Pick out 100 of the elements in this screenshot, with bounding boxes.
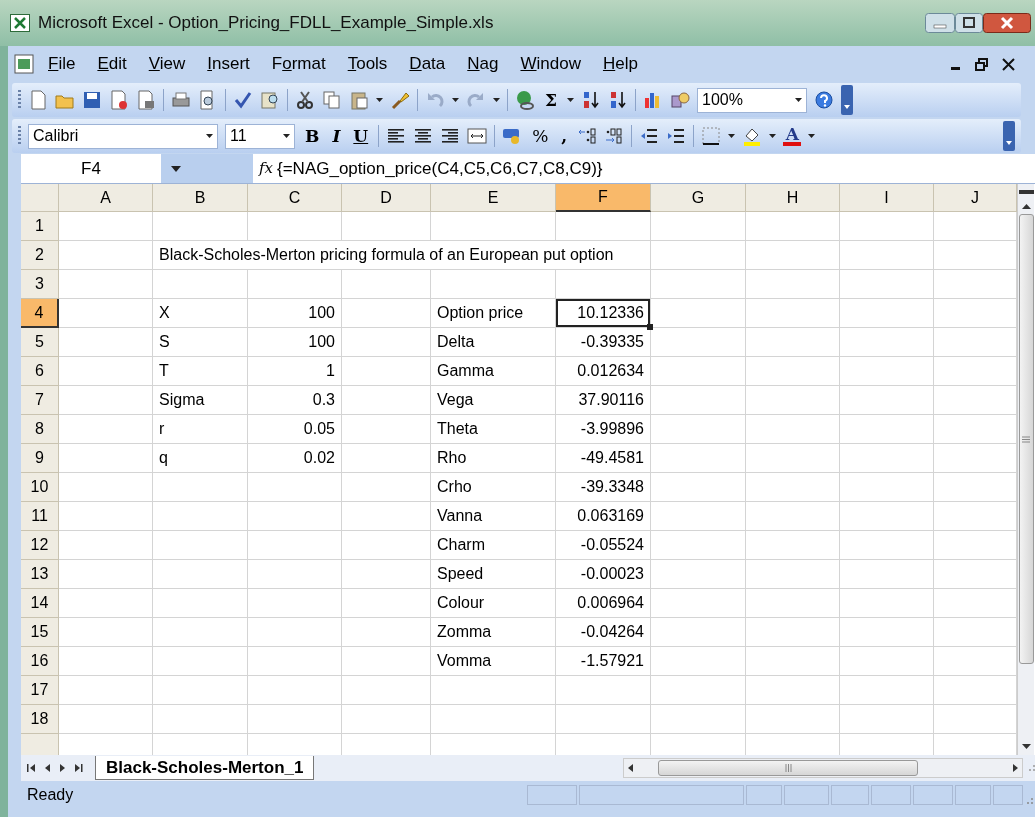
help-icon[interactable] [814, 90, 835, 110]
row-header[interactable]: 4 [21, 299, 59, 328]
sheet-tab[interactable]: Black-Scholes-Merton_1 [95, 756, 315, 780]
document-lock-icon[interactable] [136, 90, 156, 110]
caret-icon[interactable] [452, 97, 459, 103]
column-header[interactable]: E [431, 184, 556, 212]
function-label[interactable]: fx [259, 157, 273, 180]
italic-button[interactable]: I [329, 127, 344, 145]
column-header[interactable]: B [153, 184, 248, 212]
sort-descending-icon[interactable] [608, 90, 629, 110]
increase-indent-icon[interactable] [666, 126, 687, 146]
document-stop-icon[interactable] [109, 90, 129, 110]
menu-item[interactable]: Edit [89, 49, 135, 79]
scrollbar-thumb[interactable] [658, 760, 918, 776]
row-header[interactable]: 8 [21, 415, 59, 444]
last-sheet-icon[interactable] [74, 763, 83, 773]
column-header[interactable]: F [556, 184, 651, 212]
percent-style-button[interactable]: % [529, 127, 552, 145]
caret-icon[interactable] [493, 97, 500, 103]
close-icon[interactable] [983, 13, 1031, 33]
column-header[interactable]: H [746, 184, 840, 212]
row-header[interactable]: 13 [21, 560, 59, 589]
menu-item[interactable]: Insert [199, 49, 258, 79]
paintbrush-icon[interactable] [390, 90, 410, 110]
align-center-icon[interactable] [413, 126, 434, 146]
previous-sheet-icon[interactable] [44, 763, 51, 773]
increase-decimal-icon[interactable] [577, 126, 598, 146]
next-sheet-icon[interactable] [59, 763, 66, 773]
spelling-check-icon[interactable] [233, 90, 253, 110]
row-header[interactable]: 16 [21, 647, 59, 676]
restore-icon[interactable] [975, 57, 988, 71]
scissors-icon[interactable] [295, 90, 315, 110]
caret-icon[interactable] [795, 97, 803, 103]
merge-center-icon[interactable] [467, 126, 488, 146]
name-box[interactable]: F4 [21, 155, 161, 182]
caret-icon[interactable] [728, 133, 736, 139]
row-header[interactable]: 12 [21, 531, 59, 560]
decrease-decimal-icon[interactable] [604, 126, 625, 146]
scrollbar-thumb[interactable] [1018, 214, 1034, 664]
column-header[interactable]: J [934, 184, 1017, 212]
first-sheet-icon[interactable] [27, 763, 36, 773]
row-header[interactable]: 3 [21, 270, 59, 299]
caret-icon[interactable] [376, 97, 383, 103]
font-size-dropdown[interactable]: 11 [225, 123, 295, 149]
menu-item[interactable]: Data [401, 49, 454, 79]
row-header[interactable]: 17 [21, 676, 59, 705]
row-header[interactable]: 6 [21, 357, 59, 386]
toolbar-options-icon[interactable] [841, 85, 854, 115]
column-header[interactable]: I [840, 184, 934, 212]
row-header[interactable]: 9 [21, 444, 59, 473]
row-header[interactable]: 5 [21, 328, 59, 357]
fill-color-icon[interactable] [742, 126, 763, 146]
align-right-icon[interactable] [440, 126, 461, 146]
document-icon[interactable] [14, 54, 34, 74]
column-header[interactable]: C [248, 184, 342, 212]
save-icon[interactable] [82, 90, 102, 110]
bold-button[interactable]: B [302, 127, 323, 145]
fill-handle[interactable] [647, 324, 653, 330]
maximize-icon[interactable] [955, 13, 983, 33]
close-icon[interactable] [1002, 57, 1015, 71]
caret-icon[interactable] [206, 133, 213, 139]
row-header[interactable]: 15 [21, 618, 59, 647]
menu-item[interactable]: Window [512, 49, 589, 79]
row-header[interactable]: 11 [21, 502, 59, 531]
globe-link-icon[interactable] [515, 90, 535, 110]
font-color-button[interactable]: A [783, 126, 802, 146]
comma-style-button[interactable]: , [558, 127, 571, 145]
row-header[interactable]: 2 [21, 241, 59, 270]
menu-item[interactable]: Nag [459, 49, 507, 79]
copy-icon[interactable] [322, 90, 342, 110]
clipboard-icon[interactable] [349, 90, 369, 110]
menu-item[interactable]: Tools [339, 49, 396, 79]
column-header[interactable]: D [342, 184, 431, 212]
caret-icon[interactable] [769, 133, 777, 139]
sum-button[interactable]: Σ [542, 91, 561, 109]
caret-icon[interactable] [283, 133, 290, 139]
book-search-icon[interactable] [260, 90, 280, 110]
dropdown-arrow-icon[interactable] [171, 165, 181, 172]
row-header[interactable]: 18 [21, 705, 59, 734]
print-icon[interactable] [171, 90, 191, 110]
underline-button[interactable]: U [350, 127, 372, 145]
row-header[interactable]: 10 [21, 473, 59, 502]
horizontal-scrollbar[interactable] [623, 758, 1023, 778]
column-header[interactable]: A [59, 184, 153, 212]
menu-item[interactable]: Help [594, 49, 646, 79]
decrease-indent-icon[interactable] [639, 126, 660, 146]
menu-item[interactable]: Format [263, 49, 334, 79]
font-dropdown[interactable]: Calibri [28, 123, 218, 149]
toolbar-options-icon[interactable] [1003, 121, 1015, 151]
caret-icon[interactable] [567, 97, 575, 103]
column-header[interactable]: G [651, 184, 746, 212]
menu-item[interactable]: View [140, 49, 194, 79]
shapes-icon[interactable] [670, 90, 691, 110]
zoom-dropdown[interactable]: 100% [697, 87, 808, 113]
caret-icon[interactable] [808, 133, 816, 139]
menu-item[interactable]: File [40, 49, 84, 79]
new-document-icon[interactable] [28, 90, 48, 110]
align-left-icon[interactable] [386, 126, 407, 146]
borders-icon[interactable] [701, 126, 722, 146]
row-header[interactable]: 7 [21, 386, 59, 415]
